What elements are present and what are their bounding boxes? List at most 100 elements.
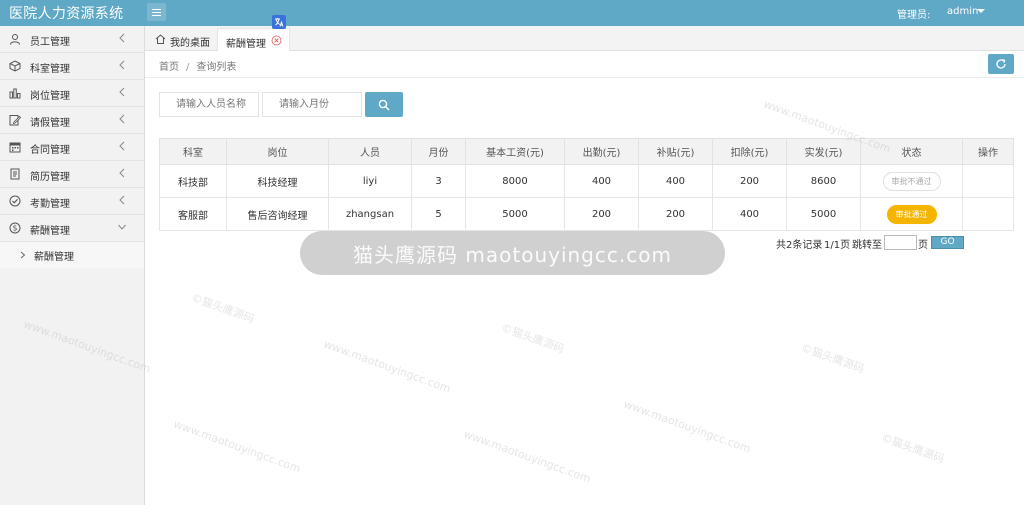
table-cell: 科技部 (159, 164, 227, 198)
refresh-button[interactable] (988, 54, 1014, 74)
sidebar-item-employee[interactable]: 员工管理 (0, 26, 144, 53)
pager-total: 共2条记录 (776, 240, 823, 251)
chevron-left-icon (119, 60, 125, 70)
sidebar-item-position[interactable]: 岗位管理 (0, 80, 144, 107)
chevron-left-icon (119, 87, 125, 97)
column-header: 月份 (411, 138, 466, 165)
action-cell (962, 164, 1014, 198)
table-cell: 5000 (465, 197, 565, 231)
month-search-input[interactable] (262, 92, 362, 117)
table-cell: 200 (712, 164, 787, 198)
status-badge-rejected[interactable]: 审批不通过 (882, 171, 941, 191)
chevron-left-icon (119, 114, 125, 124)
tab-salary[interactable]: 薪酬管理 (217, 28, 290, 51)
action-cell (962, 197, 1014, 231)
table-cell: 8000 (465, 164, 565, 198)
sidebar-item-label: 薪酬管理 (30, 226, 70, 237)
sidebar-item-label: 员工管理 (30, 37, 70, 48)
column-header: 操作 (962, 138, 1014, 165)
menu-line (152, 14, 161, 16)
sidebar-subitem-salary[interactable]: 薪酬管理 (0, 242, 144, 268)
table-row: 科技部 科技经理 liyi 3 8000 400 400 200 8600 审批… (159, 164, 1014, 198)
chart-icon (9, 88, 21, 99)
watermark-text: www.maotouyingcc.com (321, 337, 453, 396)
chevron-down-icon[interactable] (977, 9, 985, 13)
translate-glyph-icon (275, 18, 284, 27)
table-cell: liyi (328, 164, 412, 198)
table-cell: 3 (411, 164, 466, 198)
column-header: 补贴(元) (638, 138, 713, 165)
search-icon (378, 99, 390, 111)
sidebar-item-label: 请假管理 (30, 118, 70, 129)
table-cell: 科技经理 (226, 164, 329, 198)
sidebar-item-contract[interactable]: 合同管理 (0, 134, 144, 161)
table-cell: 400 (564, 164, 639, 198)
translate-icon[interactable] (272, 15, 286, 29)
table-cell: 400 (638, 164, 713, 198)
dollar-icon: $ (9, 222, 21, 234)
table-cell: 5000 (786, 197, 861, 231)
page-jump-input[interactable] (884, 235, 917, 250)
breadcrumb-current: 查询列表 (196, 62, 237, 73)
watermark-text: www.maotouyingcc.com (461, 427, 593, 486)
column-header: 实发(元) (786, 138, 861, 165)
pager-page-suffix: 页 (918, 240, 928, 251)
tab-label: 薪酬管理 (226, 39, 266, 50)
breadcrumb-home[interactable]: 首页 (159, 62, 179, 73)
sidebar-item-label: 合同管理 (30, 145, 70, 156)
sidebar: 员工管理 科室管理 岗位管理 请假管理 合同管理 简历管理 考勤管理 $ 薪酬管… (0, 26, 145, 505)
table-cell: 售后咨询经理 (226, 197, 329, 231)
status-badge-approved[interactable]: 审批通过 (886, 204, 937, 224)
app-title: 医院人力资源系统 (9, 6, 124, 22)
column-header: 状态 (860, 138, 963, 165)
table-header-row: 科室 岗位 人员 月份 基本工资(元) 出勤(元) 补贴(元) 扣除(元) 实发… (159, 138, 1014, 165)
calendar-icon (9, 142, 21, 153)
watermark-text: ©猫头鹰源码 (499, 321, 567, 356)
menu-toggle-button[interactable] (147, 3, 166, 21)
pager-jump-label: 跳转至 (852, 240, 882, 251)
sidebar-item-department[interactable]: 科室管理 (0, 53, 144, 80)
edit-icon (9, 115, 21, 126)
go-button[interactable]: GO (931, 236, 964, 249)
svg-text:$: $ (13, 224, 18, 233)
menu-line (152, 8, 161, 10)
table-cell: 8600 (786, 164, 861, 198)
column-header: 基本工资(元) (465, 138, 565, 165)
sidebar-item-salary[interactable]: $ 薪酬管理 (0, 215, 144, 242)
watermark-text: www.maotouyingcc.com (171, 417, 303, 476)
close-icon[interactable] (271, 35, 282, 46)
chevron-right-icon (20, 251, 26, 259)
admin-label: 管理员: (897, 10, 931, 21)
sidebar-item-attendance[interactable]: 考勤管理 (0, 188, 144, 215)
cube-icon (9, 60, 21, 72)
sidebar-subitem-label: 薪酬管理 (34, 252, 74, 263)
pager-pages: 1/1页 (824, 240, 851, 251)
tab-label: 我的桌面 (170, 38, 210, 49)
chevron-down-icon (118, 224, 126, 230)
sidebar-item-label: 简历管理 (30, 172, 70, 183)
sidebar-item-resume[interactable]: 简历管理 (0, 161, 144, 188)
sidebar-item-leave[interactable]: 请假管理 (0, 107, 144, 134)
sidebar-item-label: 考勤管理 (30, 199, 70, 210)
search-button[interactable] (365, 92, 403, 117)
salary-table: 科室 岗位 人员 月份 基本工资(元) 出勤(元) 补贴(元) 扣除(元) 实发… (159, 138, 1014, 231)
table-cell: 5 (411, 197, 466, 231)
column-header: 岗位 (226, 138, 329, 165)
menu-line (152, 11, 161, 13)
breadcrumb-separator: / (186, 62, 190, 73)
user-icon (10, 34, 20, 45)
column-header: 出勤(元) (564, 138, 639, 165)
name-search-input[interactable] (159, 92, 259, 117)
sidebar-item-label: 岗位管理 (30, 91, 70, 102)
column-header: 人员 (328, 138, 412, 165)
tab-home[interactable]: 我的桌面 (150, 28, 217, 51)
content-divider (145, 77, 1024, 78)
table-cell: 200 (564, 197, 639, 231)
watermark-text: ©猫头鹰源码 (879, 431, 947, 466)
table-row: 客服部 售后咨询经理 zhangsan 5 5000 200 200 400 5… (159, 197, 1014, 231)
table-cell: 客服部 (159, 197, 227, 231)
chevron-left-icon (119, 141, 125, 151)
chevron-left-icon (119, 195, 125, 205)
tab-bar: 我的桌面 薪酬管理 (145, 26, 1024, 51)
admin-user-menu[interactable]: admin (947, 6, 978, 17)
